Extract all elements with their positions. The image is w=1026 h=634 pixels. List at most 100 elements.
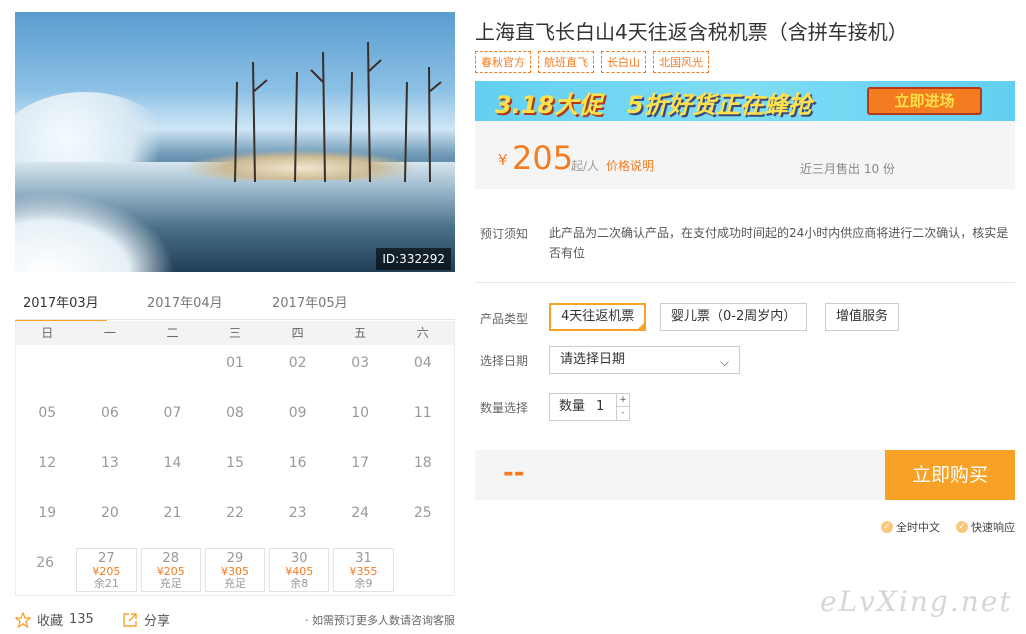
service-guarantees: ✓ 全时中文 ✓ 快速响应: [881, 519, 1015, 535]
footer-actions: 收藏 135 分享 · 如需预订更多人数请咨询客服: [15, 610, 455, 630]
tab-month-1[interactable]: 2017年03月: [15, 292, 107, 323]
tag-badge[interactable]: 北国风光: [653, 51, 709, 73]
calendar-day-empty: [16, 345, 79, 395]
calendar-week-row: 26 27 ¥205 余21 28 ¥205 充足 29 ¥305 充足 30 …: [16, 545, 454, 595]
day-stock: 充足: [159, 577, 182, 590]
calendar-day-available[interactable]: 27 ¥205 余21: [76, 548, 137, 592]
calendar-day: 20: [100, 505, 119, 521]
day-stock: 余9: [354, 577, 373, 590]
date-select[interactable]: 请选择日期 ⌵: [549, 346, 740, 374]
quantity-text: 数量: [559, 399, 586, 414]
calendar-day: 26: [36, 555, 55, 571]
calendar-day: 12: [38, 455, 57, 471]
notice-text: 此产品为二次确认产品，在支付成功时间起的24小时内供应商将进行二次确认，核实是否…: [549, 226, 1009, 260]
day-stock: 余8: [290, 577, 309, 590]
product-image[interactable]: ID:332292: [15, 12, 455, 272]
weekday-header: 一: [103, 326, 116, 340]
type-label: 产品类型: [480, 312, 529, 326]
product-tags: 春秋官方 航班直飞 长白山 北国风光: [475, 51, 709, 73]
calendar-day-available[interactable]: 30 ¥405 余8: [269, 548, 330, 592]
divider: [475, 282, 1015, 283]
calendar-weekdays: 日 一 二 三 四 五 六: [16, 321, 454, 345]
banner-cta-button[interactable]: 立即进场: [867, 87, 982, 115]
day-number: 31: [355, 551, 372, 566]
day-stock: 余21: [93, 577, 119, 590]
calendar-day: 15: [226, 455, 244, 471]
banner-promo: 3.18大促: [495, 91, 603, 119]
watermark: eLvXing.net: [820, 585, 1013, 618]
favorite-label: 收藏: [37, 614, 64, 629]
quantity-stepper: 数量 1 + -: [549, 393, 630, 421]
calendar-week-row: 01 02 03 04: [16, 345, 454, 395]
calendar-day: 05: [38, 405, 57, 421]
share-label: 分享: [144, 614, 171, 629]
sold-count: 近三月售出 10 份: [800, 162, 895, 176]
calendar-day: 11: [413, 405, 432, 421]
date-label: 选择日期: [480, 354, 529, 368]
price-box: ¥ 205 起/人 价格说明 近三月售出 10 份: [475, 121, 1015, 189]
calendar-day: 07: [163, 405, 182, 421]
check-icon: ✓: [881, 521, 893, 533]
calendar-day-available[interactable]: 29 ¥305 充足: [204, 548, 266, 592]
option-roundtrip-ticket[interactable]: 4天往返机票: [549, 303, 647, 331]
price-currency: ¥: [498, 151, 508, 169]
weekday-header: 四: [291, 326, 304, 340]
calendar-day-empty: [396, 545, 454, 595]
bare-trees: [234, 42, 442, 182]
weekday-header: 三: [229, 326, 242, 340]
calendar-day: 25: [413, 505, 432, 521]
calendar-day: 09: [288, 405, 307, 421]
calendar-day: 17: [351, 455, 370, 471]
calendar-day: 22: [226, 505, 244, 521]
tag-badge[interactable]: 长白山: [601, 51, 646, 73]
calendar-day: 06: [100, 405, 119, 421]
month-tabs: 2017年03月 2017年04月 2017年05月: [15, 290, 455, 323]
check-icon: ✓: [956, 521, 968, 533]
image-id-badge: ID:332292: [376, 248, 451, 270]
favorite-button[interactable]: 收藏 135: [15, 610, 94, 629]
calendar-day-empty: [79, 345, 142, 395]
share-icon: [123, 612, 137, 627]
tag-badge[interactable]: 春秋官方: [475, 51, 531, 73]
tab-month-3[interactable]: 2017年05月: [272, 292, 348, 311]
calendar-day: 10: [351, 405, 370, 421]
product-title: 上海直飞长白山4天往返含税机票（含拼车接机）: [475, 20, 908, 44]
favorite-count: 135: [69, 612, 94, 627]
calendar-day-available[interactable]: 28 ¥205 充足: [140, 548, 201, 592]
option-value-added[interactable]: 增值服务: [825, 303, 900, 331]
calendar-week-row: 19 20 21 22 23 24 25: [16, 495, 454, 545]
calendar-day: 16: [288, 455, 307, 471]
calendar-day: 23: [288, 505, 307, 521]
group-booking-note: · 如需预订更多人数请咨询客服: [305, 614, 455, 627]
calendar: 日 一 二 三 四 五 六 01 02 03 04 05 06 07 08 09 10 11 12 13…: [15, 321, 455, 596]
quantity-decrease-button[interactable]: -: [616, 407, 629, 420]
weekday-header: 日: [41, 326, 54, 340]
calendar-day-available[interactable]: 31 ¥355 余9: [333, 548, 394, 592]
quantity-value[interactable]: 1: [596, 394, 604, 420]
tab-month-2[interactable]: 2017年04月: [147, 292, 223, 311]
qty-label: 数量选择: [480, 401, 529, 415]
calendar-day-empty: [141, 345, 204, 395]
banner-slogan: 5折好货正在蜂抢: [627, 91, 812, 119]
price-explain-link[interactable]: 价格说明: [606, 157, 654, 174]
guarantee-item: ✓ 快速响应: [956, 519, 1015, 535]
tag-badge[interactable]: 航班直飞: [538, 51, 594, 73]
calendar-week-row: 05 06 07 08 09 10 11: [16, 395, 454, 445]
quantity-increase-button[interactable]: +: [616, 394, 629, 407]
option-infant-ticket[interactable]: 婴儿票（0-2周岁内）: [660, 303, 808, 331]
day-number: 28: [162, 551, 179, 566]
calendar-day: 04: [413, 355, 432, 371]
day-number: 30: [290, 551, 308, 566]
chevron-down-icon: ⌵: [719, 355, 729, 369]
total-price: --: [503, 458, 525, 488]
calendar-day: 03: [351, 355, 370, 371]
calendar-week-row: 12 13 14 15 16 17 18: [16, 445, 454, 495]
price-amount: 205: [512, 139, 574, 177]
calendar-day: 18: [413, 455, 432, 471]
calendar-day: 01: [226, 355, 244, 371]
share-button[interactable]: 分享: [122, 610, 170, 629]
calendar-day: 24: [351, 505, 370, 521]
promo-banner[interactable]: 3.18大促 5折好货正在蜂抢 立即进场: [475, 81, 1015, 121]
weekday-header: 六: [416, 326, 429, 340]
buy-now-button[interactable]: 立即购买: [885, 450, 1015, 500]
